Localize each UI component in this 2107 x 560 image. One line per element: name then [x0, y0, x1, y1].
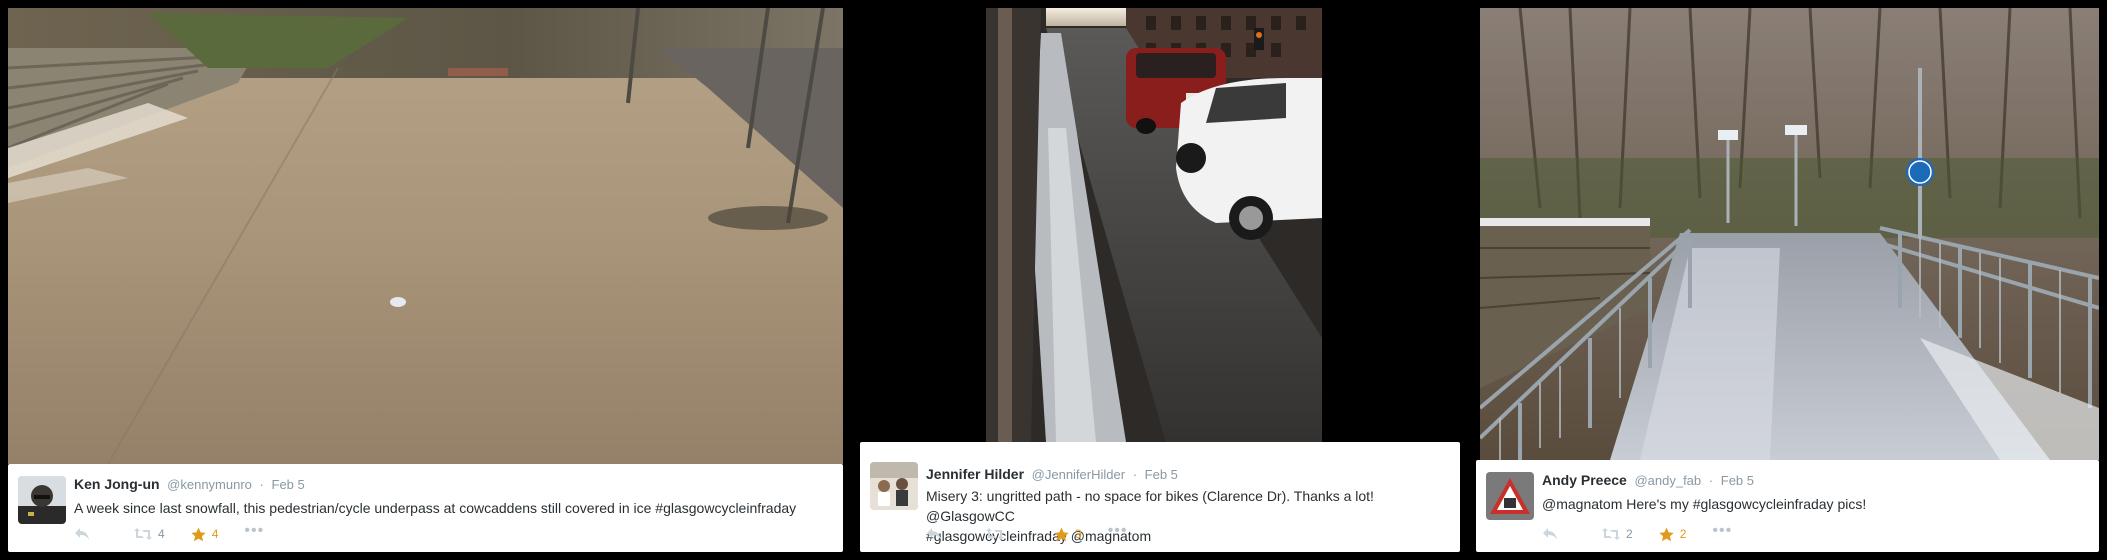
author-handle[interactable]: @andy_fab — [1634, 473, 1701, 488]
tweet-text: A week since last snowfall, this pedestr… — [74, 500, 797, 516]
dot-separator: · — [1708, 473, 1714, 488]
retweet-icon — [1602, 528, 1620, 540]
retweet-count: 2 — [1626, 527, 1633, 541]
more-button[interactable]: ••• — [1712, 522, 1732, 540]
retweet-count: 4 — [158, 527, 165, 541]
favorite-count: 3 — [1075, 527, 1082, 541]
reply-icon — [1543, 528, 1557, 540]
tweet-text-line: Misery 3: ungritted path - no space for … — [926, 488, 1374, 524]
reply-button[interactable] — [1542, 527, 1558, 541]
more-button[interactable]: ••• — [244, 522, 264, 540]
tweet-photo[interactable] — [986, 8, 1322, 442]
tweet-actions: 3 ••• — [926, 522, 1154, 544]
author-name[interactable]: Ken Jong-un — [74, 476, 160, 492]
retweet-button[interactable]: 2 — [1602, 527, 1633, 541]
author-handle[interactable]: @kennymunro — [167, 477, 252, 492]
tweet-card: Andy Preece @andy_fab · Feb 5 @magnatom … — [1476, 460, 2099, 552]
reply-button[interactable] — [74, 527, 90, 541]
tweet-header: Andy Preece @andy_fab · Feb 5 — [1542, 472, 1754, 488]
more-button[interactable]: ••• — [1108, 522, 1128, 540]
favorite-count: 2 — [1679, 527, 1687, 541]
favorite-button[interactable]: 4 — [191, 527, 219, 542]
person-silhouette-avatar[interactable] — [18, 476, 66, 524]
tweet-photo[interactable] — [1480, 8, 2099, 460]
tweet-date[interactable]: Feb 5 — [272, 477, 305, 492]
tweet-date[interactable]: Feb 5 — [1145, 467, 1178, 482]
star-icon — [191, 527, 206, 541]
favorite-button[interactable]: 2 — [1659, 527, 1687, 542]
tweet-date[interactable]: Feb 5 — [1721, 473, 1754, 488]
warning-sign-avatar[interactable] — [1486, 472, 1534, 520]
retweet-button[interactable] — [986, 527, 1010, 541]
more-icon: ••• — [244, 522, 265, 539]
more-icon: ••• — [1712, 522, 1733, 539]
star-icon — [1659, 527, 1674, 541]
tweet-text: @magnatom Here's my #glasgowcycleinfrada… — [1542, 496, 1867, 512]
tweet-actions: 2 2 ••• — [1542, 522, 1758, 544]
retweet-button[interactable]: 4 — [134, 527, 165, 541]
retweet-icon — [134, 528, 152, 540]
more-icon: ••• — [1107, 522, 1128, 539]
tweet-card: Jennifer Hilder @JenniferHilder · Feb 5 … — [860, 442, 1460, 552]
retweet-icon — [986, 528, 1004, 540]
author-handle[interactable]: @JenniferHilder — [1032, 467, 1125, 482]
star-icon — [1054, 527, 1069, 541]
reply-button[interactable] — [926, 527, 942, 541]
tweet-photo[interactable] — [8, 8, 843, 464]
tweet-header: Ken Jong-un @kennymunro · Feb 5 — [74, 476, 305, 492]
dot-separator: · — [1132, 467, 1138, 482]
tweet-card: Ken Jong-un @kennymunro · Feb 5 A week s… — [8, 464, 843, 552]
favorite-count: 4 — [211, 527, 219, 541]
author-name[interactable]: Jennifer Hilder — [926, 466, 1024, 482]
author-name[interactable]: Andy Preece — [1542, 472, 1627, 488]
reply-icon — [927, 528, 941, 540]
tweet-actions: 4 4 ••• — [74, 522, 290, 544]
dot-separator: · — [259, 477, 264, 492]
people-photo-avatar[interactable] — [870, 462, 918, 510]
reply-icon — [75, 528, 89, 540]
favorite-button[interactable]: 3 — [1054, 527, 1082, 542]
tweet-header: Jennifer Hilder @JenniferHilder · Feb 5 — [926, 466, 1178, 482]
